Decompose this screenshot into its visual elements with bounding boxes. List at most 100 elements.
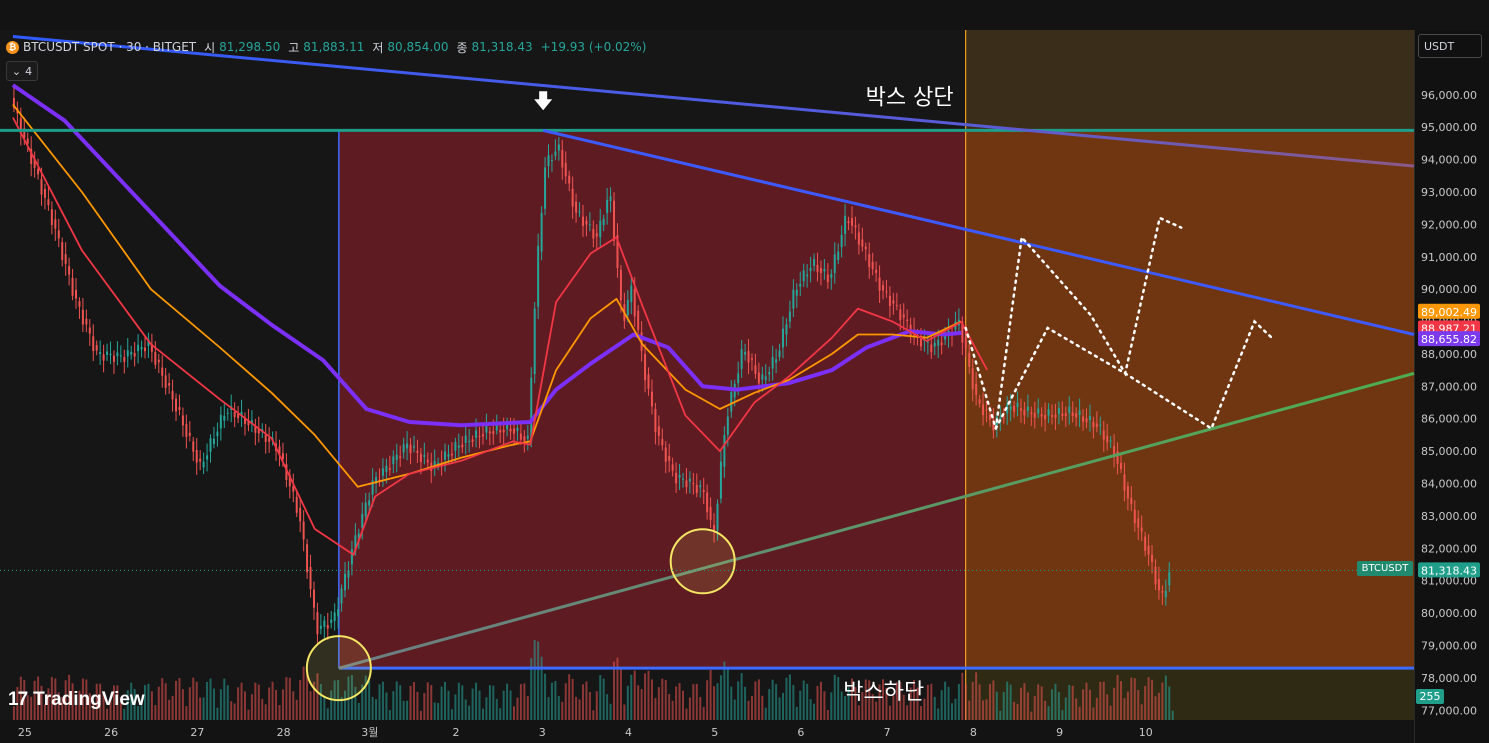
volume-bar: [254, 682, 257, 720]
volume-bar: [381, 681, 384, 720]
volume-bar: [657, 687, 660, 720]
candle-body: [157, 359, 160, 363]
candle-body: [402, 444, 405, 453]
symbol-title[interactable]: BTCUSDT SPOT · 30 · BITGET: [23, 40, 196, 54]
candle-body: [419, 453, 422, 463]
volume-bar: [833, 674, 836, 720]
volume-bar: [802, 680, 805, 720]
candle-body: [599, 220, 602, 238]
candle-body: [675, 472, 678, 484]
candle-body: [175, 398, 178, 412]
candle-body: [778, 350, 781, 357]
candle-body: [1137, 518, 1140, 528]
x-tick-label: 10: [1139, 726, 1153, 739]
candle-body: [95, 345, 98, 351]
volume-bar: [426, 682, 429, 720]
volume-bar: [926, 684, 929, 720]
candle-body: [454, 442, 457, 451]
volume-bar: [613, 661, 616, 720]
volume-bar: [537, 641, 540, 720]
volume-bar: [982, 700, 985, 720]
x-tick-label: 2: [453, 726, 460, 739]
volume-bar: [268, 687, 271, 720]
volume-bar: [161, 678, 164, 720]
candle-body: [764, 376, 767, 381]
candle-body: [488, 431, 491, 434]
candle-body: [902, 314, 905, 318]
volume-bar: [951, 703, 954, 720]
volume-bar: [1161, 682, 1164, 720]
candle-body: [578, 211, 581, 213]
candle-body: [423, 455, 426, 457]
candle-body: [899, 309, 902, 321]
price-chart[interactable]: 박스 상단박스하단 77,000.00 78,000.00 79,000.00 80,0…: [0, 0, 1489, 743]
volume-bar: [237, 687, 240, 720]
candle-body: [547, 155, 550, 167]
candle-body: [968, 352, 971, 367]
volume-bar: [323, 696, 326, 720]
y-tick-label: 96,000.00: [1421, 89, 1477, 102]
candle-body: [978, 399, 981, 404]
candle-body: [306, 544, 309, 573]
candle-body: [1130, 497, 1133, 505]
volume-bar: [471, 688, 474, 720]
volume-bar: [457, 682, 460, 720]
volume-bar: [1102, 681, 1105, 720]
candle-body: [1002, 417, 1005, 419]
y-tick-label: 90,000.00: [1421, 283, 1477, 296]
volume-bar: [492, 685, 495, 720]
candle-body: [919, 338, 922, 347]
candle-body: [199, 458, 202, 462]
tradingview-logo[interactable]: 17 TradingView: [8, 688, 145, 712]
volume-bar: [792, 684, 795, 720]
volume-bar: [1119, 681, 1122, 720]
candle-body: [730, 392, 733, 412]
candle-body: [106, 351, 109, 355]
volume-bar: [326, 708, 329, 720]
box-bottom-label: 박스하단: [843, 680, 924, 705]
candle-body: [857, 232, 860, 245]
currency-selector[interactable]: USDT: [1418, 34, 1482, 58]
volume-bar: [906, 705, 909, 720]
candle-body: [685, 480, 688, 488]
candle-body: [792, 289, 795, 309]
volume-bar: [281, 689, 284, 720]
candle-body: [1164, 590, 1167, 598]
volume-bar: [506, 683, 509, 720]
volume-bar: [357, 702, 360, 720]
y-tick-label: 80,000.00: [1421, 607, 1477, 620]
candle-body: [782, 328, 785, 348]
candle-body: [540, 212, 543, 252]
x-tick-label: 3: [539, 726, 546, 739]
volume-bar: [575, 696, 578, 720]
candle-body: [940, 342, 943, 346]
candle-body: [471, 439, 474, 442]
candle-body: [50, 209, 53, 225]
y-tick-label: 92,000.00: [1421, 218, 1477, 231]
candle-body: [475, 430, 478, 438]
volume-bar: [730, 686, 733, 720]
candle-body: [1013, 405, 1016, 412]
indicators-toggle[interactable]: ⌄ 4: [6, 61, 38, 81]
candle-body: [937, 339, 940, 346]
candle-body: [1040, 414, 1043, 417]
candle-body: [833, 254, 836, 273]
volume-bar: [716, 683, 719, 720]
candle-body: [537, 245, 540, 307]
volume-bar: [1068, 685, 1071, 720]
volume-bar: [557, 696, 560, 720]
candle-body: [450, 453, 453, 456]
volume-bar: [1116, 675, 1119, 720]
candle-body: [61, 242, 64, 260]
volume-bar: [799, 690, 802, 720]
candle-body: [975, 383, 978, 395]
volume-bar: [264, 704, 267, 720]
candle-body: [854, 225, 857, 228]
volume-bar: [709, 670, 712, 720]
volume-bar: [723, 661, 726, 720]
candle-body: [344, 573, 347, 591]
volume-bar: [740, 673, 743, 720]
candle-body: [1009, 406, 1012, 410]
volume-bar: [637, 685, 640, 720]
volume-bar: [747, 700, 750, 720]
